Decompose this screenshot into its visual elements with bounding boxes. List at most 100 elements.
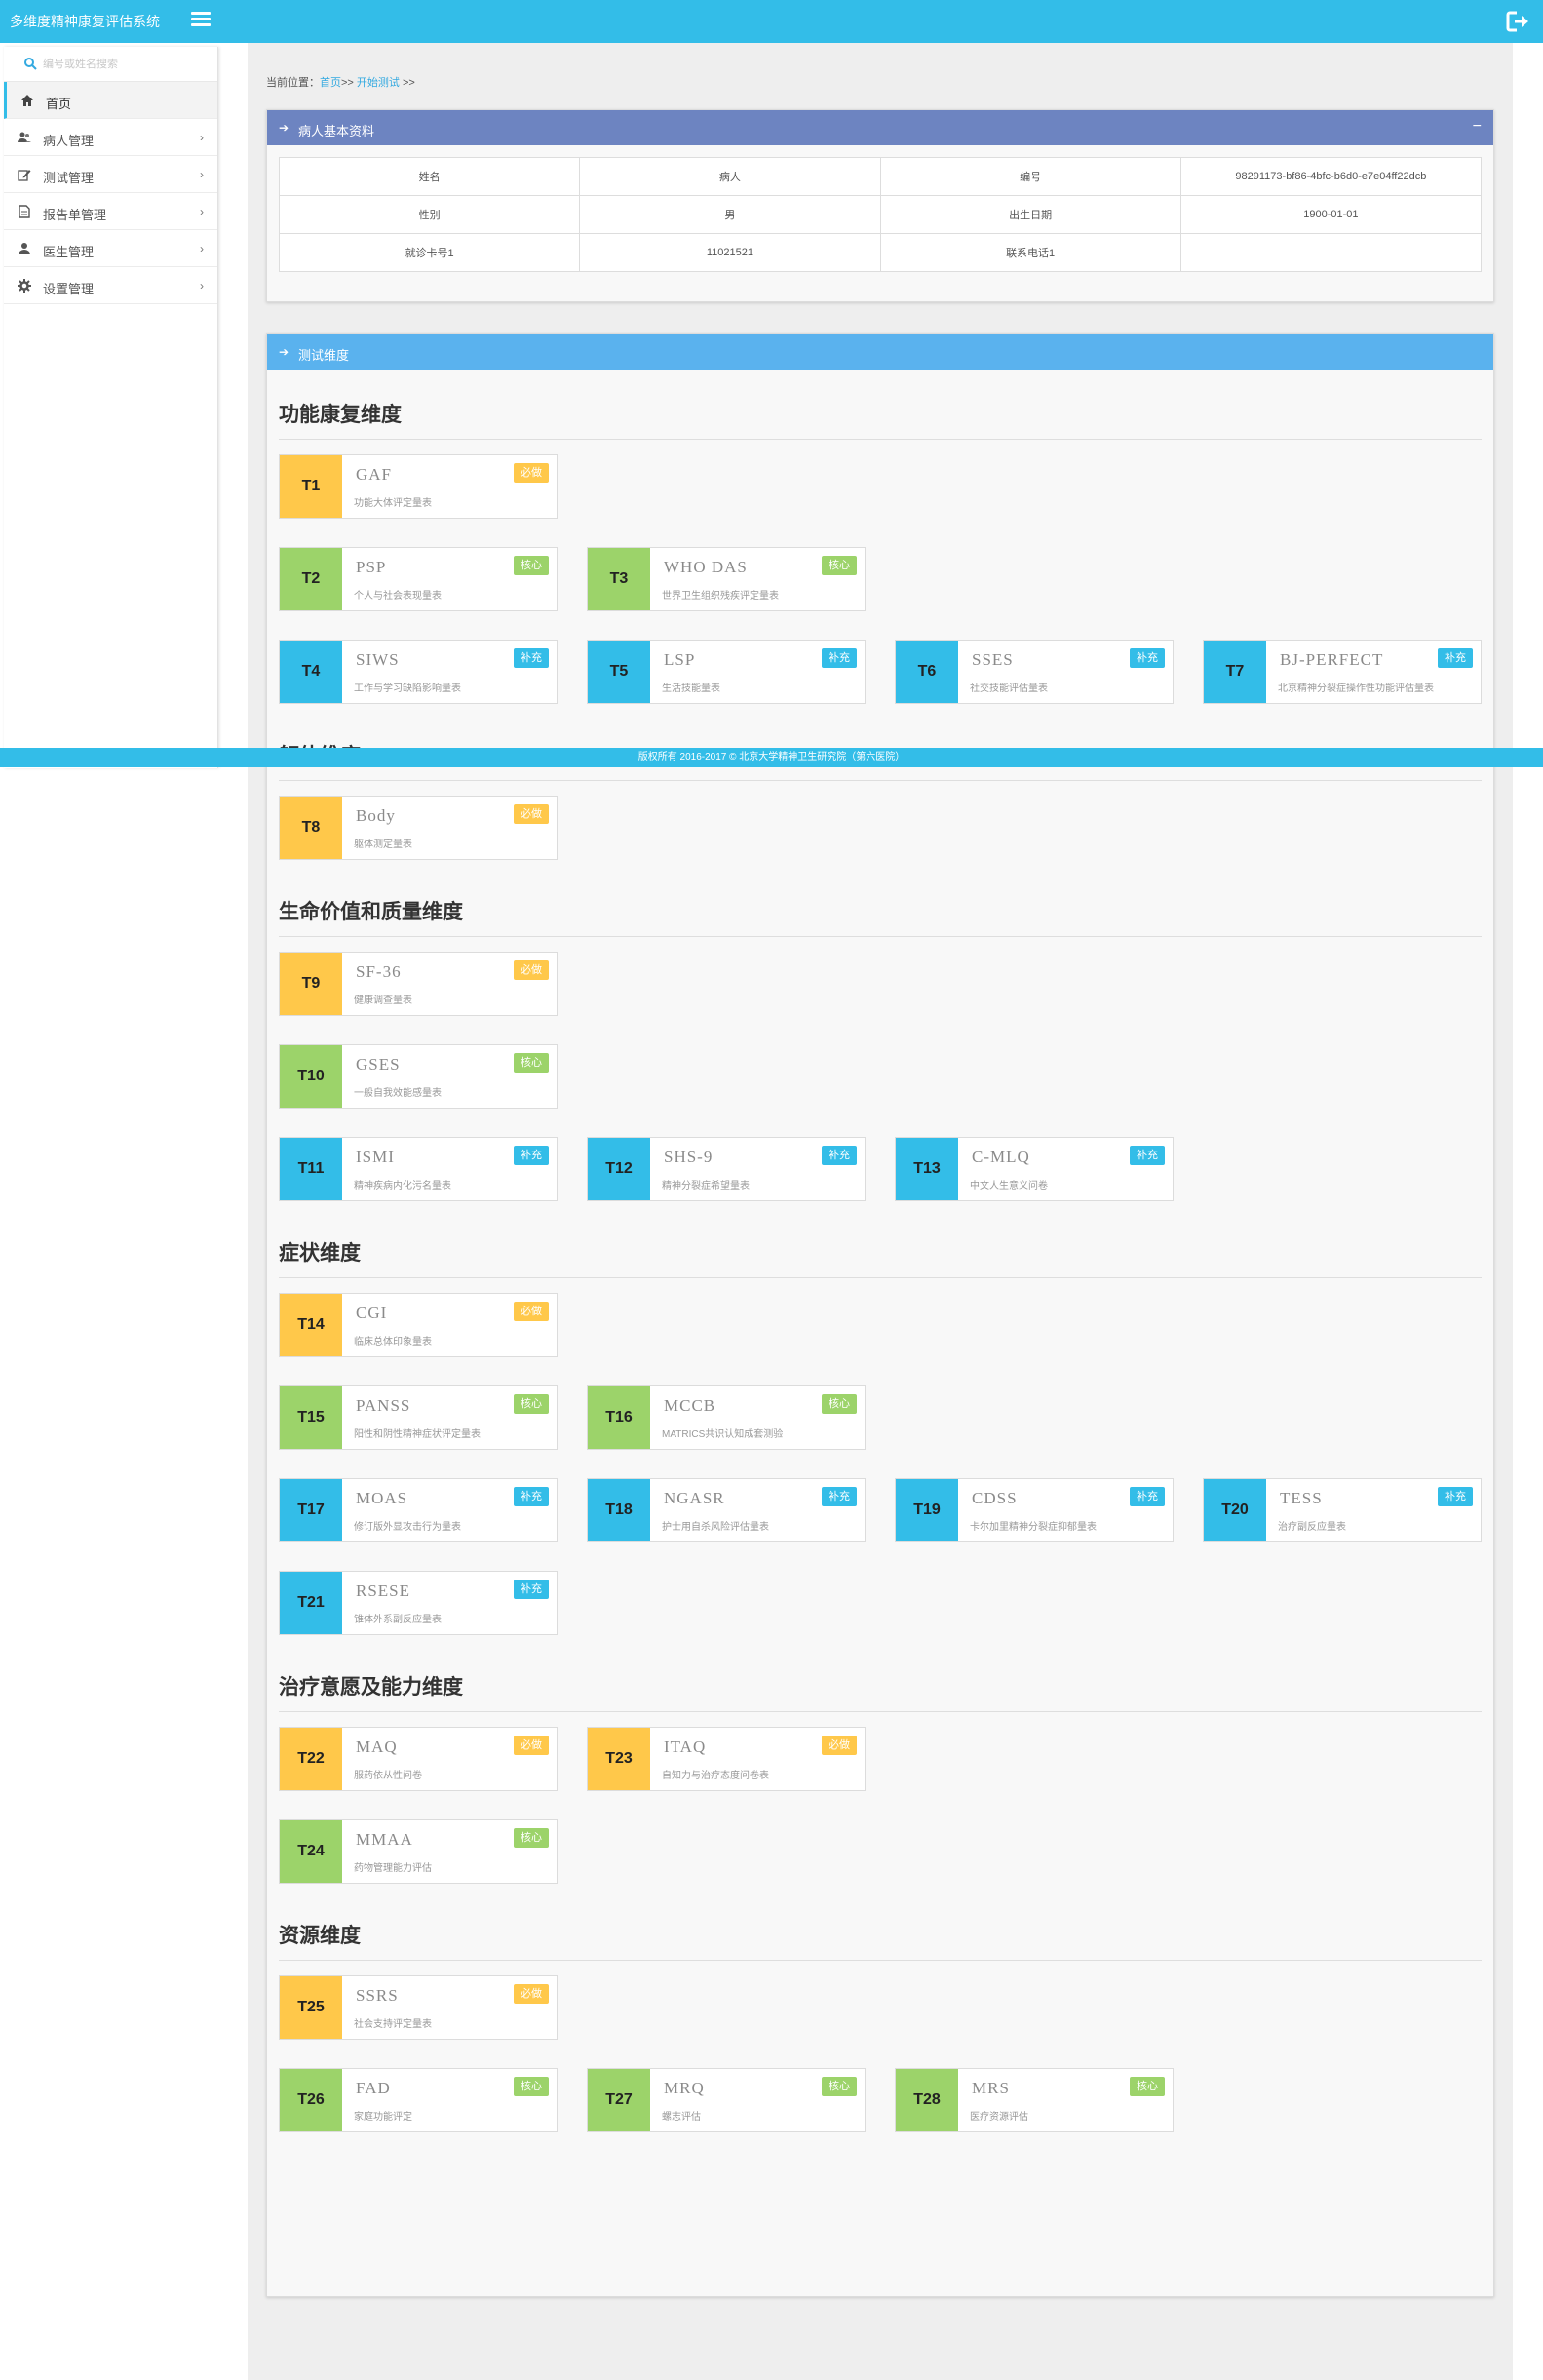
panel-title: 测试维度 xyxy=(298,348,350,363)
test-name: LSP xyxy=(664,650,696,669)
field-value: 病人 xyxy=(579,157,881,196)
section-divider xyxy=(279,1960,1482,1961)
sidebar-item[interactable]: 病人管理 › xyxy=(4,119,217,156)
sidebar-item[interactable]: 设置管理 › xyxy=(4,267,217,304)
sidebar-search xyxy=(4,47,217,82)
test-code: T22 xyxy=(280,1728,342,1790)
test-card[interactable]: T8 Body 躯体测定量表 必做 xyxy=(279,796,558,860)
test-card[interactable]: T28 MRS 医疗资源评估 核心 xyxy=(895,2068,1174,2132)
search-input[interactable] xyxy=(43,55,209,74)
panel-title: 病人基本资料 xyxy=(298,124,375,138)
test-card[interactable]: T17 MOAS 修订版外显攻击行为量表 补充 xyxy=(279,1478,558,1542)
test-card[interactable]: T18 NGASR 护士用自杀风险评估量表 补充 xyxy=(587,1478,866,1542)
breadcrumb-separator: >> xyxy=(341,77,354,89)
patient-info-table: 姓名 病人 编号 98291173-bf86-4bfc-b6d0-e7e04ff22d… xyxy=(278,157,1483,272)
test-card[interactable]: T9 SF-36 健康调查量表 必做 xyxy=(279,952,558,1016)
sidebar-item[interactable]: 医生管理 › xyxy=(4,230,217,267)
test-card[interactable]: T5 LSP 生活技能量表 补充 xyxy=(587,640,866,704)
sidebar-item-label: 测试管理 xyxy=(43,171,95,185)
test-name: Body xyxy=(356,806,396,825)
sidebar-item[interactable]: 报告单管理 › xyxy=(4,193,217,230)
test-type-badge: 核心 xyxy=(822,2077,857,2096)
sidebar-nav: 首页 病人管理 › 测试管理 › 报告单管理 › 医生管理 › 设置管理 › xyxy=(4,82,217,304)
test-card[interactable]: T27 MRQ 螺志评估 核心 xyxy=(587,2068,866,2132)
test-card[interactable]: T3 WHO DAS 世界卫生组织残疾评定量表 核心 xyxy=(587,547,866,611)
test-name: PSP xyxy=(356,558,387,576)
test-card[interactable]: T20 TESS 治疗副反应量表 补充 xyxy=(1203,1478,1482,1542)
test-type-badge: 补充 xyxy=(514,1146,549,1165)
sidebar-item[interactable]: 首页 xyxy=(4,82,217,119)
sidebar-item-label: 设置管理 xyxy=(43,282,95,296)
test-name: CGI xyxy=(356,1304,388,1322)
test-description: 北京精神分裂症操作性功能评估量表 xyxy=(1278,683,1434,694)
breadcrumb-current-link[interactable]: 开始测试 xyxy=(357,77,400,89)
breadcrumb-home-link[interactable]: 首页 xyxy=(320,77,341,89)
test-card[interactable]: T26 FAD 家庭功能评定 核心 xyxy=(279,2068,558,2132)
test-name: SSES xyxy=(972,650,1014,669)
field-label: 就诊卡号1 xyxy=(278,233,581,272)
test-code: T25 xyxy=(280,1976,342,2039)
test-description: 治疗副反应量表 xyxy=(1278,1522,1346,1533)
test-card[interactable]: T11 ISMI 精神疾病内化污名量表 补充 xyxy=(279,1137,558,1201)
field-label: 出生日期 xyxy=(879,195,1181,234)
test-card[interactable]: T23 ITAQ 自知力与治疗态度问卷表 必做 xyxy=(587,1727,866,1791)
test-name: PANSS xyxy=(356,1396,411,1415)
test-card[interactable]: T7 BJ-PERFECT 北京精神分裂症操作性功能评估量表 补充 xyxy=(1203,640,1482,704)
field-label: 姓名 xyxy=(278,157,581,196)
patient-info-header: ➔ 病人基本资料 − xyxy=(267,110,1493,145)
test-card[interactable]: T24 MMAA 药物管理能力评估 核心 xyxy=(279,1819,558,1884)
field-value: 1900-01-01 xyxy=(1179,195,1483,234)
test-name: C-MLQ xyxy=(972,1148,1030,1166)
test-type-badge: 补充 xyxy=(514,648,549,668)
test-card[interactable]: T15 PANSS 阳性和阴性精神症状评定量表 核心 xyxy=(279,1385,558,1450)
home-icon xyxy=(21,95,33,106)
test-type-badge: 核心 xyxy=(514,1053,549,1073)
test-type-badge: 补充 xyxy=(1130,648,1165,668)
test-code: T8 xyxy=(280,797,342,859)
test-description: 躯体测定量表 xyxy=(354,839,412,850)
test-card[interactable]: T1 GAF 功能大体评定量表 必做 xyxy=(279,454,558,519)
test-code: T7 xyxy=(1204,641,1266,703)
test-card[interactable]: T6 SSES 社交技能评估量表 补充 xyxy=(895,640,1174,704)
test-type-badge: 补充 xyxy=(822,1487,857,1506)
sidebar-item[interactable]: 测试管理 › xyxy=(4,156,217,193)
test-card[interactable]: T16 MCCB MATRICS共识认知成套测验 核心 xyxy=(587,1385,866,1450)
test-card[interactable]: T22 MAQ 服药依从性问卷 必做 xyxy=(279,1727,558,1791)
test-card[interactable]: T13 C-MLQ 中文人生意义问卷 补充 xyxy=(895,1137,1174,1201)
test-name: SIWS xyxy=(356,650,400,669)
test-name: MMAA xyxy=(356,1830,413,1849)
patient-info-panel: ➔ 病人基本资料 − 姓名 病人 编号 98291173-bf86-4bfc-b6d0… xyxy=(266,109,1494,302)
collapse-icon[interactable]: − xyxy=(1473,118,1482,136)
test-card[interactable]: T25 SSRS 社会支持评定量表 必做 xyxy=(279,1975,558,2040)
file-icon xyxy=(19,205,30,218)
test-card[interactable]: T19 CDSS 卡尔加里精神分裂症抑郁量表 补充 xyxy=(895,1478,1174,1542)
test-type-badge: 核心 xyxy=(822,1394,857,1414)
test-type-badge: 必做 xyxy=(514,1302,549,1321)
test-code: T3 xyxy=(588,548,650,610)
gear-icon xyxy=(18,279,31,293)
test-card[interactable]: T2 PSP 个人与社会表现量表 核心 xyxy=(279,547,558,611)
test-name: ITAQ xyxy=(664,1737,707,1756)
test-card[interactable]: T12 SHS-9 精神分裂症希望量表 补充 xyxy=(587,1137,866,1201)
chevron-right-icon: › xyxy=(200,279,204,293)
test-card[interactable]: T14 CGI 临床总体印象量表 必做 xyxy=(279,1293,558,1357)
test-type-badge: 补充 xyxy=(822,648,857,668)
test-description: 临床总体印象量表 xyxy=(354,1337,432,1347)
test-name: MOAS xyxy=(356,1489,408,1507)
arrow-right-icon: ➔ xyxy=(279,345,289,359)
test-card[interactable]: T10 GSES 一般自我效能感量表 核心 xyxy=(279,1044,558,1109)
sidebar-item-label: 医生管理 xyxy=(43,245,95,259)
top-navbar: 多维度精神康复评估系统 xyxy=(0,0,1543,43)
logout-icon[interactable] xyxy=(1506,10,1531,33)
test-code: T17 xyxy=(280,1479,342,1541)
section-title: 治疗意愿及能力维度 xyxy=(279,1676,463,1698)
test-name: NGASR xyxy=(664,1489,725,1507)
chevron-right-icon: › xyxy=(200,168,204,181)
test-card[interactable]: T4 SIWS 工作与学习缺陷影响量表 补充 xyxy=(279,640,558,704)
users-icon xyxy=(18,132,31,142)
test-card[interactable]: T21 RSESE 锥体外系副反应量表 补充 xyxy=(279,1571,558,1635)
test-type-badge: 必做 xyxy=(514,1736,549,1755)
menu-toggle-icon[interactable] xyxy=(191,12,211,31)
field-value: 11021521 xyxy=(579,233,881,272)
test-code: T14 xyxy=(280,1294,342,1356)
